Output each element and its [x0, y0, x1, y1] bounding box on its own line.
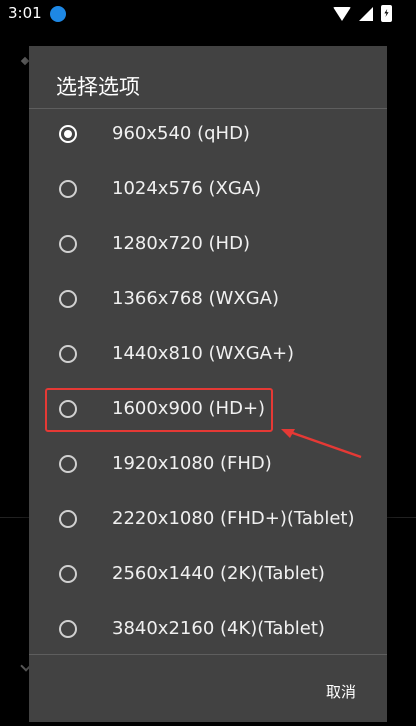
battery-icon: [381, 5, 392, 22]
option-label: 2220x1080 (FHD+)(Tablet): [112, 508, 355, 529]
radio-icon[interactable]: [59, 180, 77, 198]
option-item[interactable]: 3840x2160 (4K)(Tablet): [29, 604, 387, 654]
wifi-icon: [333, 6, 351, 21]
option-item[interactable]: 1440x810 (WXGA+): [29, 329, 387, 384]
radio-icon[interactable]: [59, 455, 77, 473]
option-label: 2560x1440 (2K)(Tablet): [112, 563, 325, 584]
option-item[interactable]: 2220x1080 (FHD+)(Tablet): [29, 494, 387, 549]
radio-icon[interactable]: [59, 565, 77, 583]
dialog-title: 选择选项: [56, 75, 140, 99]
option-label: 1440x810 (WXGA+): [112, 343, 295, 364]
option-item[interactable]: 960x540 (qHD): [29, 109, 387, 164]
option-label: 1024x576 (XGA): [112, 178, 262, 199]
option-label: 3840x2160 (4K)(Tablet): [112, 618, 325, 639]
option-label: 1920x1080 (FHD): [112, 453, 272, 474]
select-option-dialog: 选择选项 960x540 (qHD) 1024x576 (XGA) 1280x7…: [29, 46, 387, 722]
annotation-arrow-icon: [281, 429, 362, 459]
status-icons: [333, 5, 392, 22]
option-label: 1280x720 (HD): [112, 233, 250, 254]
option-item[interactable]: 1280x720 (HD): [29, 219, 387, 274]
radio-icon[interactable]: [59, 510, 77, 528]
cancel-button[interactable]: 取消: [311, 679, 371, 705]
annotation-highlight-box: [45, 388, 273, 432]
option-label: 1366x768 (WXGA): [112, 288, 279, 309]
radio-icon[interactable]: [59, 620, 77, 638]
download-icon: [50, 6, 66, 22]
radio-icon[interactable]: [59, 345, 77, 363]
option-item[interactable]: 2560x1440 (2K)(Tablet): [29, 549, 387, 604]
signal-icon: [359, 6, 373, 21]
radio-icon[interactable]: [59, 290, 77, 308]
background-marker: [20, 56, 30, 66]
option-item[interactable]: 1024x576 (XGA): [29, 164, 387, 219]
options-list[interactable]: 960x540 (qHD) 1024x576 (XGA) 1280x720 (H…: [29, 109, 387, 654]
option-item[interactable]: 1366x768 (WXGA): [29, 274, 387, 329]
option-label: 960x540 (qHD): [112, 123, 250, 144]
status-bar: 3:01: [0, 0, 416, 28]
divider: [29, 654, 387, 655]
status-time: 3:01: [8, 4, 42, 22]
radio-checked-icon[interactable]: [59, 125, 77, 143]
radio-icon[interactable]: [59, 235, 77, 253]
